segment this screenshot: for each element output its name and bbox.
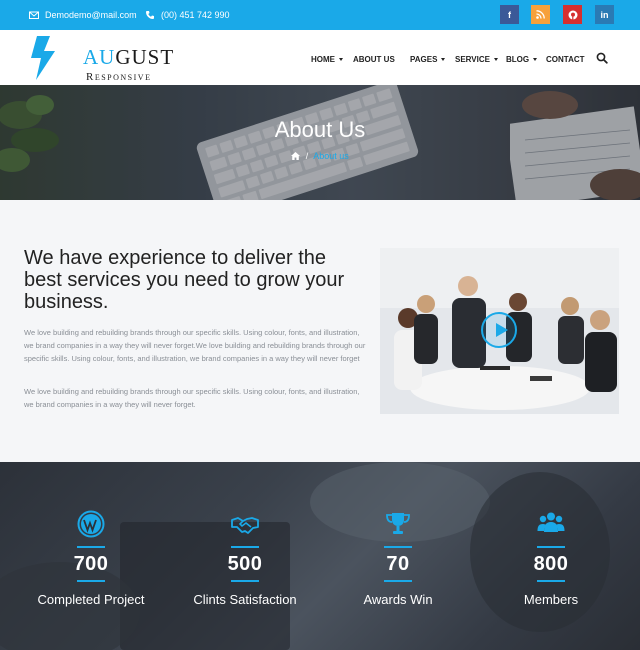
- stat-completed-project: 700 Completed Project: [21, 510, 161, 607]
- page-banner: About Us / About us: [0, 85, 640, 200]
- pinterest-button[interactable]: [563, 5, 582, 24]
- chevron-down-icon: [339, 57, 343, 61]
- nav-pages-label: PAGES: [410, 54, 438, 64]
- nav-contact[interactable]: CONTACT: [546, 53, 585, 65]
- nav-service[interactable]: SERVICE: [455, 53, 498, 65]
- main-header: August Responsive .logo-text-top { text-…: [0, 30, 640, 85]
- breadcrumb: / About us: [0, 151, 640, 161]
- linkedin-icon: in: [600, 9, 609, 20]
- nav-pages[interactable]: PAGES: [410, 53, 446, 65]
- stat-label: Clints Satisfaction: [193, 592, 297, 607]
- nav-service-label: SERVICE: [455, 54, 490, 64]
- facebook-icon: f: [508, 9, 511, 20]
- stat-divider: [537, 580, 565, 582]
- nav-about-us[interactable]: ABOUT US: [353, 53, 395, 65]
- play-icon[interactable]: [481, 312, 517, 348]
- stat-value: 500: [227, 553, 263, 575]
- nav-home-label: HOME: [311, 54, 335, 64]
- stat-value: 70: [386, 553, 410, 575]
- phone-icon: [146, 11, 154, 19]
- about-paragraph-1: We love building and rebuilding brands t…: [24, 328, 366, 363]
- phone-contact[interactable]: (00) 451 742 990: [145, 10, 230, 20]
- chevron-down-icon: [493, 57, 498, 61]
- about-heading: We have experience to deliver the best s…: [24, 247, 345, 313]
- about-section: We have experience to deliver the best s…: [0, 200, 640, 462]
- chevron-down-icon: [441, 57, 446, 61]
- chevron-down-icon: [533, 57, 538, 61]
- nav-contact-label: CONTACT: [546, 54, 585, 64]
- logo-word-responsive: Responsive: [86, 71, 152, 83]
- handshake-icon: [231, 517, 259, 534]
- rss-button[interactable]: [531, 5, 550, 24]
- stat-awards-win: 70 Awards Win: [328, 510, 468, 607]
- stat-members: 800 Members: [481, 510, 621, 607]
- stat-label: Completed Project: [37, 592, 145, 607]
- email-contact[interactable]: Demodemo@mail.com: [29, 10, 137, 20]
- nav-blog-label: BLOG: [506, 54, 530, 64]
- search-icon[interactable]: [596, 52, 608, 64]
- stat-divider: [77, 580, 105, 582]
- nav-home[interactable]: HOME: [311, 53, 343, 65]
- stat-divider: [231, 580, 259, 582]
- stat-divider: [384, 546, 412, 548]
- stat-divider: [231, 546, 259, 548]
- stat-divider: [384, 580, 412, 582]
- stat-divider: [537, 546, 565, 548]
- lightning-bolt-icon: [31, 36, 55, 80]
- stat-divider: [77, 546, 105, 548]
- top-bar: Demodemo@mail.com (00) 451 742 990 f in: [0, 0, 640, 30]
- nav-about-label: ABOUT US: [353, 54, 395, 64]
- breadcrumb-current: About us: [313, 151, 349, 161]
- email-text: Demodemo@mail.com: [45, 10, 137, 20]
- rss-icon: [536, 10, 545, 19]
- stat-value: 700: [73, 553, 109, 575]
- breadcrumb-separator: /: [305, 151, 309, 161]
- stats-section: 700 Completed Project 500 Clints Satisfa…: [0, 462, 640, 650]
- logo-word-august: August: [83, 45, 175, 69]
- site-logo[interactable]: August Responsive: [28, 34, 173, 83]
- stat-clients-satisfaction: 500 Clints Satisfaction: [175, 510, 315, 607]
- pinterest-icon: [568, 10, 577, 19]
- page-title: About Us: [274, 117, 366, 142]
- team-photo[interactable]: [380, 248, 619, 414]
- wordpress-icon: [77, 510, 105, 538]
- home-icon[interactable]: [291, 152, 301, 160]
- stat-label: Awards Win: [363, 592, 433, 607]
- facebook-button[interactable]: f: [500, 5, 519, 24]
- about-paragraph-2: We love building and rebuilding brands t…: [24, 387, 360, 409]
- linkedin-button[interactable]: in: [595, 5, 614, 24]
- envelope-icon: [29, 11, 39, 19]
- trophy-icon: [386, 513, 410, 534]
- stat-value: 800: [533, 553, 569, 575]
- stat-label: Members: [523, 592, 579, 607]
- phone-text: (00) 451 742 990: [161, 10, 230, 20]
- nav-blog[interactable]: BLOG: [506, 53, 538, 65]
- users-icon: [537, 512, 565, 532]
